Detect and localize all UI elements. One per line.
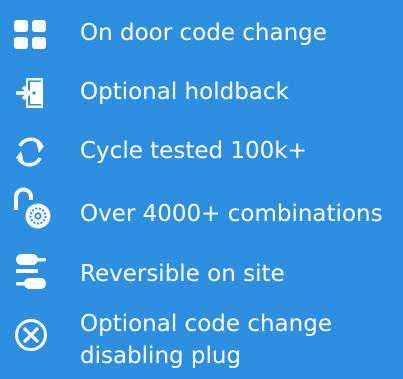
feature-label: On door code change [80, 20, 327, 46]
feature-label: Over 4000+ combinations [80, 201, 383, 227]
feature-label: Optional holdback [80, 79, 289, 105]
feature-label-line-1: Optional code change [80, 311, 332, 337]
feature-label-line-2: disabling plug [80, 343, 242, 369]
padlock-dial-icon [14, 187, 51, 229]
reversible-handle-icon [16, 254, 46, 289]
keypad-grid-icon [14, 20, 46, 49]
feature-label: Cycle tested 100k+ [80, 138, 307, 164]
feature-item-combinations: Over 4000+ combinations [0, 186, 403, 234]
feature-item-reversible: Reversible on site [0, 251, 403, 295]
feature-item-code-change: On door code change [0, 14, 403, 56]
feature-item-disabling-plug: Optional code change disabling plug [0, 306, 403, 376]
cycle-arrows-icon [16, 137, 44, 167]
circle-x-icon [15, 319, 47, 351]
feature-item-cycle-tested: Cycle tested 100k+ [0, 131, 403, 173]
feature-list: On door code change Optional holdback Cy… [0, 0, 403, 379]
feature-label: Reversible on site [80, 261, 285, 287]
feature-item-holdback: Optional holdback [0, 72, 403, 114]
door-exit-icon [16, 78, 43, 108]
